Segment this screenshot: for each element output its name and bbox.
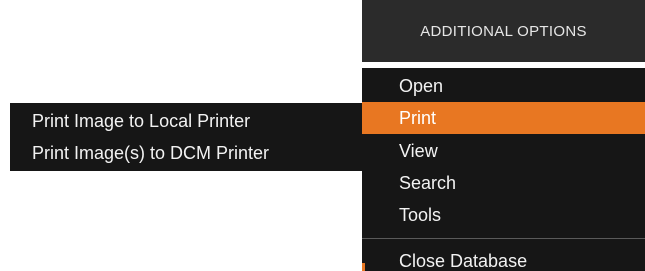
menu-item-tools[interactable]: Tools (362, 199, 645, 231)
menu-item-print[interactable]: Print (362, 102, 645, 134)
menu-item-view[interactable]: View (362, 135, 645, 167)
menu-item-label: Tools (399, 204, 442, 225)
menu-item-label: Print (399, 107, 437, 128)
menu-item-label: Close Database (399, 250, 528, 271)
accent-strip (362, 263, 365, 271)
submenu-item-print-dcm[interactable]: Print Image(s) to DCM Printer (10, 138, 362, 168)
additional-options-screen: ADDITIONAL OPTIONS Print Image to Local … (0, 0, 645, 271)
submenu-item-label: Print Image to Local Printer (32, 110, 251, 131)
menu-divider (362, 238, 645, 239)
menu-header: ADDITIONAL OPTIONS (362, 0, 645, 62)
menu-item-label: Search (399, 172, 457, 193)
menu-item-open[interactable]: Open (362, 70, 645, 102)
submenu-item-label: Print Image(s) to DCM Printer (32, 142, 270, 163)
menu-item-close-database[interactable]: Close Database (362, 245, 645, 271)
submenu-item-print-local[interactable]: Print Image to Local Printer (10, 106, 362, 136)
additional-options-menu: Open Print View Search Tools Close Datab… (362, 68, 645, 271)
menu-item-label: View (399, 140, 438, 161)
menu-item-label: Open (399, 75, 444, 96)
print-submenu: Print Image to Local Printer Print Image… (10, 103, 362, 171)
menu-item-search[interactable]: Search (362, 167, 645, 199)
menu-header-title: ADDITIONAL OPTIONS (420, 22, 587, 40)
